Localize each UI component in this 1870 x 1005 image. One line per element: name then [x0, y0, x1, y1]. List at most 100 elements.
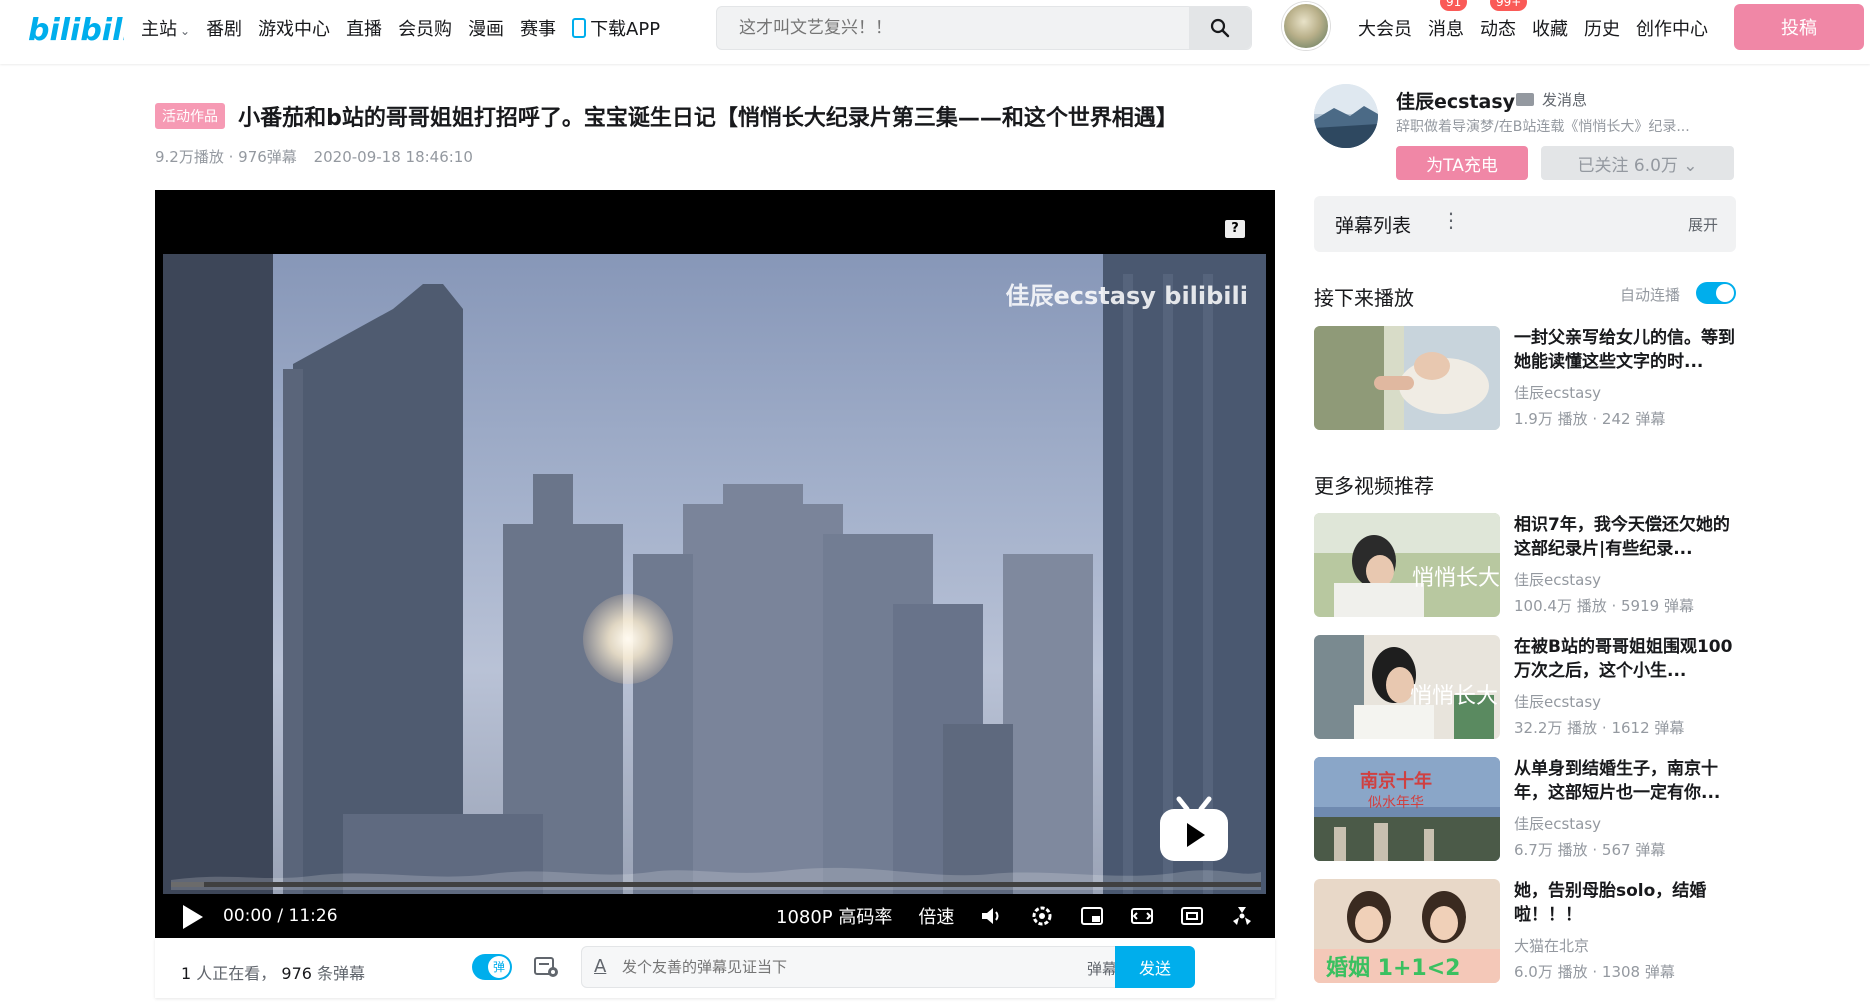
danmaku-toggle-knob: 弹 — [488, 956, 510, 978]
search-button[interactable] — [1189, 7, 1251, 49]
activity-tag[interactable]: 活动作品 — [155, 103, 225, 129]
search-input[interactable] — [717, 7, 1191, 49]
help-icon[interactable]: ? — [1225, 220, 1245, 238]
publish-date: 2020-09-18 18:46:10 — [313, 148, 473, 166]
card-title[interactable]: 相识7年，我今天偿还欠她的这部纪录片|有些纪录... — [1514, 513, 1736, 561]
card-uploader[interactable]: 佳辰ecstasy — [1514, 382, 1601, 403]
video-thumbnail[interactable] — [1314, 326, 1500, 430]
card-stats: 1.9万 播放 · 242 弹幕 — [1514, 410, 1666, 428]
danmaku-input[interactable] — [622, 947, 1022, 987]
recommend-card[interactable]: 婚姻 1+1<2 她，告别母胎solo，结婚啦！！！ 大猫在北京 6.0万 播放… — [1314, 879, 1736, 987]
video-player[interactable]: ? 佳辰ecstasy bilibili 00:00 / 11:26 1080P… — [155, 190, 1275, 938]
next-video-card[interactable]: 一封父亲写给女儿的信。等到她能读懂这些文字的时... 佳辰ecstasy 1.9… — [1314, 326, 1736, 434]
time-separator: / — [277, 906, 284, 926]
web-fullscreen-icon[interactable] — [1180, 905, 1204, 927]
play-icon[interactable] — [183, 905, 203, 929]
follow-button[interactable]: 已关注 6.0万 ⌄ — [1541, 146, 1734, 180]
nav-manga[interactable]: 漫画 — [468, 15, 504, 41]
nav-live[interactable]: 直播 — [346, 15, 382, 41]
top-navbar: bilibili 主站 ⌄ 番剧 游戏中心 直播 会员购 漫画 赛事 下载APP … — [0, 0, 1870, 64]
picture-in-picture-icon[interactable] — [1080, 905, 1104, 927]
danmaku-settings-icon[interactable] — [534, 955, 560, 979]
nav-creator-center[interactable]: 创作中心 — [1636, 15, 1708, 41]
svg-text:悄悄长大: 悄悄长大 — [1412, 566, 1500, 591]
card-stats: 6.7万 播放 · 567 弹幕 — [1514, 841, 1666, 859]
video-scene — [163, 254, 1266, 894]
send-message-link[interactable]: 发消息 — [1516, 89, 1587, 110]
uploader-avatar[interactable] — [1314, 84, 1378, 148]
nav-shop[interactable]: 会员购 — [398, 15, 452, 41]
bilibili-logo[interactable]: bilibili — [28, 6, 124, 50]
video-watermark: 佳辰ecstasy bilibili — [1005, 282, 1248, 310]
nav-label: 历史 — [1584, 19, 1620, 40]
danmaku-style-icon[interactable]: A — [594, 956, 606, 977]
expand-button[interactable]: 展开 — [1688, 214, 1718, 235]
svg-text:南京十年: 南京十年 — [1360, 770, 1432, 792]
speed-selector[interactable]: 倍速 — [918, 903, 954, 929]
nav-messages[interactable]: 91 消息 — [1428, 0, 1468, 41]
danmaku-list-header[interactable]: 弹幕列表 ⋮ 展开 — [1314, 196, 1736, 252]
sun-glare — [583, 594, 673, 684]
nav-bangumi[interactable]: 番剧 — [206, 15, 242, 41]
quality-selector[interactable]: 1080P 高码率 — [776, 903, 892, 929]
charge-button[interactable]: 为TA充电 — [1396, 146, 1528, 180]
nav-main-site[interactable]: 主站 ⌄ — [141, 15, 190, 41]
send-message-label: 发消息 — [1542, 91, 1588, 109]
nav-vip[interactable]: 大会员 — [1358, 15, 1412, 41]
thumbnail-image — [1314, 326, 1500, 430]
video-thumbnail[interactable]: 悄悄长大 — [1314, 635, 1500, 739]
recommend-card[interactable]: 悄悄长大 在被B站的哥哥姐姐围观100万次之后，这个小生... 佳辰ecstas… — [1314, 635, 1736, 743]
uploader-description: 辞职做着导演梦/在B站连载《悄悄长大》纪录... — [1396, 119, 1690, 135]
svg-text:悄悄长大: 悄悄长大 — [1410, 684, 1498, 709]
dynamics-badge: 99+ — [1490, 0, 1528, 11]
card-stats: 6.0万 播放 · 1308 弹幕 — [1514, 963, 1675, 981]
nav-dynamics[interactable]: 99+ 动态 — [1480, 0, 1528, 41]
next-up-heading: 接下来播放 — [1314, 286, 1414, 310]
download-app-link[interactable]: 下载APP — [572, 15, 660, 41]
video-title-area: 活动作品 小番茄和b站的哥哥姐姐打招呼了。宝宝诞生日记【悄悄长大纪录片第三集——… — [155, 100, 1275, 132]
chevron-down-icon: ⌄ — [180, 24, 191, 38]
more-options-icon[interactable]: ⋮ — [1441, 208, 1461, 232]
card-title[interactable]: 她，告别母胎solo，结婚啦！！！ — [1514, 879, 1736, 927]
card-stats: 32.2万 播放 · 1612 弹幕 — [1514, 719, 1685, 737]
autoplay-toggle-knob — [1716, 284, 1734, 302]
thumbnail-image: 悄悄长大 — [1314, 513, 1500, 617]
autoplay-toggle[interactable] — [1696, 282, 1736, 304]
upload-button[interactable]: 投稿 — [1734, 4, 1864, 50]
nav-esports[interactable]: 赛事 — [520, 15, 556, 41]
thumbnail-image: 悄悄长大 — [1314, 635, 1500, 739]
widescreen-icon[interactable] — [1130, 905, 1154, 927]
nav-game-center[interactable]: 游戏中心 — [258, 15, 330, 41]
recommend-card[interactable]: 悄悄长大 相识7年，我今天偿还欠她的这部纪录片|有些纪录... 佳辰ecstas… — [1314, 513, 1736, 621]
progress-bar[interactable] — [171, 882, 1261, 887]
recommend-card[interactable]: 南京十年 似水年华 从单身到结婚生子，南京十年，这部短片也一定有你... 佳辰ec… — [1314, 757, 1736, 865]
nav-history[interactable]: 历史 — [1584, 15, 1620, 41]
card-title[interactable]: 在被B站的哥哥姐姐围观100万次之后，这个小生... — [1514, 635, 1736, 683]
card-uploader[interactable]: 佳辰ecstasy — [1514, 569, 1601, 590]
video-frame[interactable]: 佳辰ecstasy bilibili — [163, 254, 1266, 894]
autoplay-label: 自动连播 — [1620, 286, 1681, 304]
card-title[interactable]: 一封父亲写给女儿的信。等到她能读懂这些文字的时... — [1514, 326, 1736, 374]
watching-count: 1 — [181, 964, 192, 983]
nav-label: 收藏 — [1532, 19, 1568, 40]
settings-gear-icon[interactable] — [1030, 905, 1054, 927]
card-uploader[interactable]: 大猫在北京 — [1514, 935, 1589, 956]
download-label: 下载APP — [590, 19, 661, 40]
danmaku-toggle[interactable]: 弹 — [472, 954, 512, 980]
fullscreen-icon[interactable] — [1230, 905, 1254, 927]
volume-icon[interactable] — [980, 905, 1004, 927]
video-thumbnail[interactable]: 南京十年 似水年华 — [1314, 757, 1500, 861]
duration: 11:26 — [288, 906, 338, 926]
player-right-controls: 1080P 高码率 倍速 — [776, 900, 1254, 932]
video-thumbnail[interactable]: 婚姻 1+1<2 — [1314, 879, 1500, 983]
send-danmaku-button[interactable]: 发送 — [1115, 946, 1195, 988]
card-uploader[interactable]: 佳辰ecstasy — [1514, 691, 1601, 712]
uploader-name[interactable]: 佳辰ecstasy — [1396, 87, 1515, 114]
card-title[interactable]: 从单身到结婚生子，南京十年，这部短片也一定有你... — [1514, 757, 1736, 805]
nav-favorites[interactable]: 收藏 — [1532, 15, 1568, 41]
video-thumbnail[interactable]: 悄悄长大 — [1314, 513, 1500, 617]
user-avatar[interactable] — [1282, 2, 1330, 50]
bilibili-tv-icon — [1160, 796, 1228, 861]
card-uploader[interactable]: 佳辰ecstasy — [1514, 813, 1601, 834]
thumbnail-image: 南京十年似水年华 — [1314, 757, 1500, 861]
